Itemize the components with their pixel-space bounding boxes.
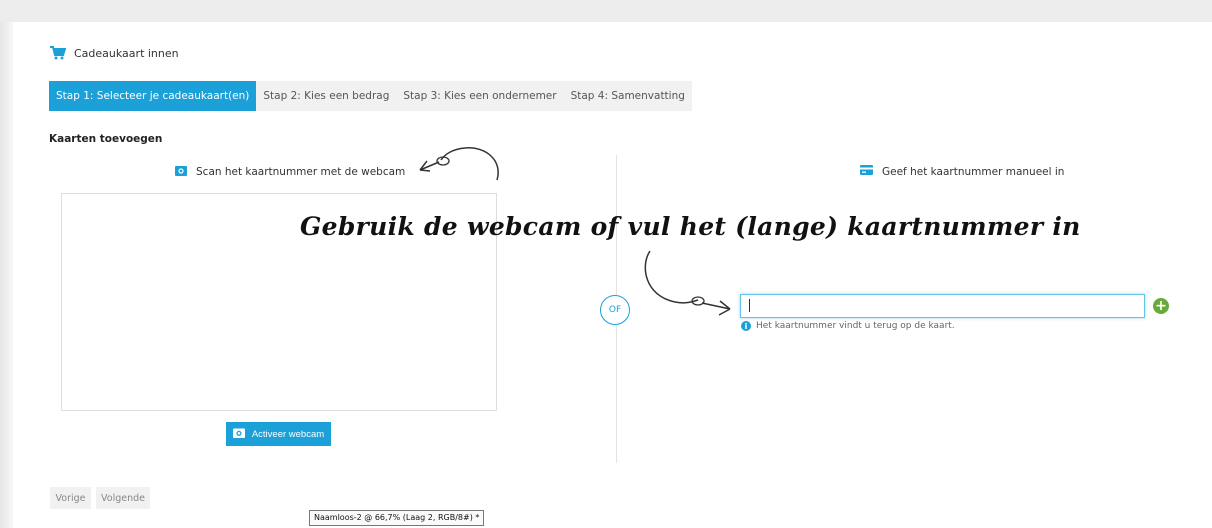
manual-heading-text: Geef het kaartnummer manueel in: [882, 165, 1065, 178]
scan-heading-text: Scan het kaartnummer met de webcam: [196, 166, 406, 178]
step-1-tab[interactable]: Stap 1: Selecteer je cadeaukaart(en): [49, 81, 257, 111]
or-badge: OF: [600, 295, 630, 325]
card-number-hint: i Het kaartnummer vindt u terug op de ka…: [741, 321, 955, 331]
step-2-tab[interactable]: Stap 2: Kies een bedrag: [256, 81, 396, 111]
annotation-arrow-input-icon: [644, 250, 731, 316]
annotation-arrow-scan-icon: [419, 147, 499, 181]
page-title: Cadeaukaart innen: [50, 46, 179, 60]
card-number-input[interactable]: [740, 294, 1145, 318]
left-edge: [0, 22, 13, 528]
camera-icon: [175, 165, 187, 179]
next-button[interactable]: Volgende: [96, 487, 150, 509]
previous-button[interactable]: Vorige: [50, 487, 91, 509]
info-icon: i: [741, 321, 751, 331]
step-4-tab[interactable]: Stap 4: Samenvatting: [564, 81, 692, 111]
activate-webcam-label: Activeer webcam: [251, 428, 325, 440]
manual-heading: Geef het kaartnummer manueel in: [860, 165, 1064, 178]
section-title: Kaarten toevoegen: [49, 133, 163, 145]
text-caret: [749, 299, 750, 312]
shopping-cart-icon: [50, 46, 66, 60]
wizard-steps: Stap 1: Selecteer je cadeaukaart(en) Sta…: [49, 81, 692, 111]
card-icon: [860, 165, 873, 178]
window-tooltip: Naamloos-2 @ 66,7% (Laag 2, RGB/8#) *: [309, 510, 485, 526]
top-bar: [0, 0, 1212, 22]
step-3-tab[interactable]: Stap 3: Kies een ondernemer: [396, 81, 563, 111]
page-title-text: Cadeaukaart innen: [74, 46, 179, 60]
activate-webcam-button[interactable]: Activeer webcam: [226, 422, 331, 446]
scan-heading: Scan het kaartnummer met de webcam: [175, 165, 405, 179]
plus-circle-icon[interactable]: +: [1153, 298, 1169, 314]
camera-icon: [232, 428, 245, 441]
annotation-text: Gebruik de webcam of vul het (lange) kaa…: [300, 212, 1081, 241]
hint-text: Het kaartnummer vindt u terug op de kaar…: [756, 321, 955, 331]
